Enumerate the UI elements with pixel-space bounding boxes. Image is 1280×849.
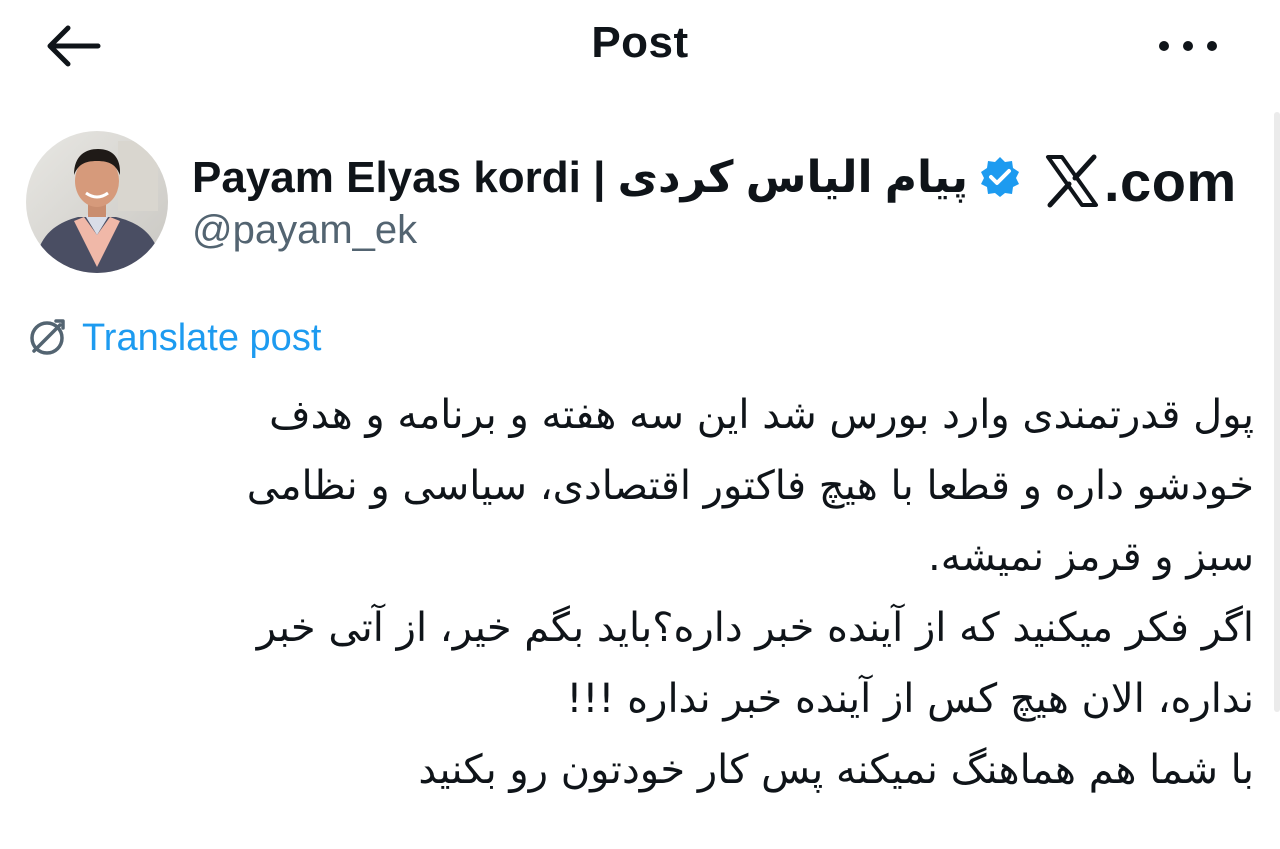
post-line: نداره، الان هیچ کس از آینده خبر نداره !!… [566, 676, 1254, 722]
avatar[interactable] [26, 131, 168, 273]
x-logo-icon [1046, 154, 1098, 208]
more-options-button[interactable] [1150, 22, 1226, 70]
watermark-text: .com [1104, 149, 1237, 213]
post-line: اگر فکر میکنید که از آینده خبر داره؟باید… [256, 605, 1254, 651]
page-title: Post [591, 18, 689, 67]
post-line: با شما هم هماهنگ نمیکنه پس کار خودتون رو… [418, 747, 1254, 793]
translate-post-link[interactable]: Translate post [26, 312, 321, 364]
translate-post-label: Translate post [82, 316, 322, 359]
post-line: خودشو داره و قطعا با هیچ فاکتور اقتصادی،… [246, 463, 1254, 509]
scroll-edge [1274, 112, 1280, 712]
author-line: Payam Elyas kordi | پیام الیاس کردی [192, 146, 1022, 208]
avatar-photo [26, 131, 168, 273]
author-name[interactable]: Payam Elyas kordi | پیام الیاس کردی [192, 152, 968, 203]
post-line: سبز و قرمز نمیشه. [928, 534, 1254, 580]
author-handle[interactable]: @payam_ek [192, 208, 417, 253]
post-text: پول قدرتمندی وارد بورس شد این سه هفته و … [30, 380, 1254, 806]
post-page: Post Payam Elyas kordi | پیام الیاس کردی… [0, 0, 1280, 849]
verified-badge-icon[interactable] [978, 155, 1022, 199]
top-bar: Post [0, 0, 1280, 96]
globe-translate-icon [30, 319, 65, 355]
post-line: پول قدرتمندی وارد بورس شد این سه هفته و … [269, 392, 1254, 438]
watermark: .com [1044, 148, 1237, 214]
more-horizontal-icon [1159, 41, 1217, 51]
